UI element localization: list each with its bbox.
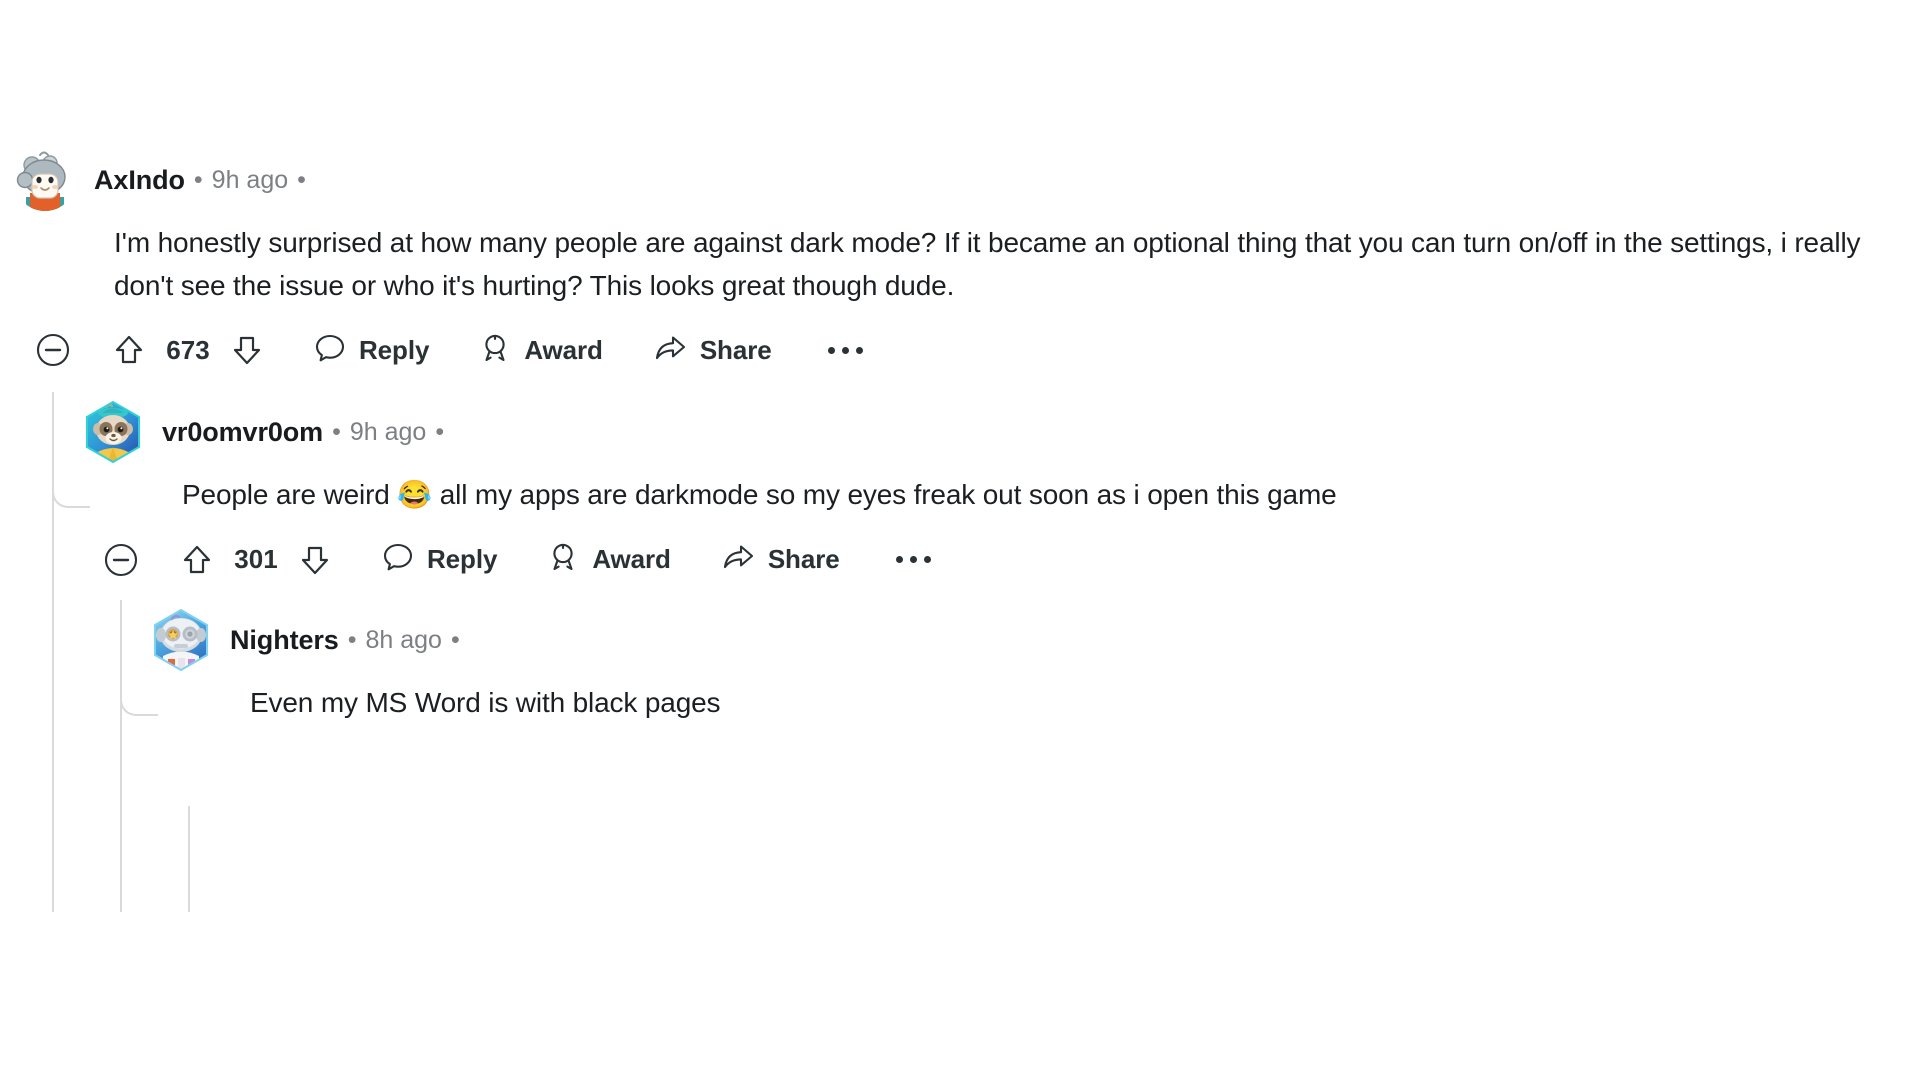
upvote-button[interactable]	[180, 543, 214, 577]
share-button[interactable]: Share	[653, 331, 772, 370]
comment-author[interactable]: Nighters	[230, 625, 339, 656]
award-label: Award	[592, 544, 671, 575]
collapse-thread-button[interactable]	[30, 327, 76, 373]
more-dot	[855, 346, 863, 354]
comment-thread-page: AxIndo • 9h ago • I'm honestly surprised…	[0, 0, 1920, 1080]
comment-timestamp: 9h ago	[211, 165, 289, 194]
face-with-tears-of-joy-emoji: 😂	[397, 479, 433, 510]
avatar-vr0omvr0om[interactable]	[82, 401, 144, 463]
award-medal-icon	[479, 332, 511, 369]
comment-author[interactable]: vr0omvr0om	[162, 417, 323, 448]
vote-group: 301	[180, 543, 332, 577]
thread-line-depth-2[interactable]	[188, 806, 190, 912]
comment-timestamp: 8h ago	[365, 625, 442, 654]
meta-separator: •	[193, 165, 203, 194]
reply-button[interactable]: Reply	[314, 332, 429, 369]
thread-line-depth-1[interactable]	[120, 600, 122, 912]
meta-separator: •	[332, 417, 341, 446]
downvote-button[interactable]	[298, 543, 332, 577]
avatar-axlndo[interactable]	[14, 149, 76, 211]
upvote-button[interactable]	[112, 333, 146, 367]
comment-vr0omvr0om: vr0omvr0om • 9h ago • People are weird 😂…	[68, 400, 1882, 587]
more-dot	[827, 346, 835, 354]
more-dot	[909, 556, 917, 564]
downvote-button[interactable]	[230, 333, 264, 367]
meta-separator-trailing: •	[435, 417, 445, 446]
comment-body-part: People are weird	[182, 479, 398, 510]
share-button[interactable]: Share	[721, 540, 840, 579]
comment-nighters: Nighters • 8h ago • Even my MS Word is w…	[136, 608, 1890, 725]
comment-author[interactable]: AxIndo	[94, 165, 185, 196]
collapse-thread-button[interactable]	[98, 537, 144, 583]
comment-header: Nighters • 8h ago •	[136, 608, 1890, 672]
reply-label: Reply	[427, 544, 498, 575]
comment-body: I'm honestly surprised at how many peopl…	[114, 227, 1861, 301]
award-button[interactable]: Award	[479, 332, 603, 369]
comment-bubble-icon	[382, 541, 414, 578]
comment-axlndo: AxIndo • 9h ago • I'm honestly surprised…	[0, 148, 1914, 377]
reply-button[interactable]: Reply	[382, 541, 497, 578]
comment-timestamp: 9h ago	[349, 417, 427, 446]
comment-body: People are weird 😂 all my apps are darkm…	[182, 474, 1882, 517]
more-options-button[interactable]	[892, 546, 935, 573]
award-label: Award	[524, 334, 603, 365]
share-label: Share	[767, 544, 840, 575]
award-medal-icon	[547, 541, 579, 578]
share-arrow-icon	[653, 331, 687, 370]
more-dot	[923, 556, 931, 564]
more-dot	[841, 346, 849, 354]
meta-separator: •	[347, 625, 357, 654]
vote-score: 673	[166, 334, 210, 365]
comment-body-part: all my apps are darkmode so my eyes frea…	[432, 479, 1337, 510]
comment-action-bar: 673 Reply Award Share	[0, 323, 1914, 377]
meta-separator-trailing: •	[450, 625, 460, 654]
share-label: Share	[699, 334, 772, 365]
comment-body: Even my MS Word is with black pages	[250, 687, 721, 718]
comment-bubble-icon	[314, 332, 346, 369]
comment-header: vr0omvr0om • 9h ago •	[68, 400, 1882, 464]
share-arrow-icon	[721, 540, 755, 579]
vote-group: 673	[112, 333, 264, 367]
reply-label: Reply	[359, 334, 430, 365]
meta-separator-trailing: •	[297, 165, 306, 194]
comment-action-bar: 301 Reply Award Share	[68, 533, 1882, 587]
more-dot	[895, 556, 903, 564]
avatar-nighters[interactable]	[150, 609, 212, 671]
vote-score: 301	[234, 544, 278, 575]
award-button[interactable]: Award	[547, 541, 671, 578]
more-options-button[interactable]	[824, 337, 867, 364]
comment-header: AxIndo • 9h ago •	[0, 148, 1914, 212]
